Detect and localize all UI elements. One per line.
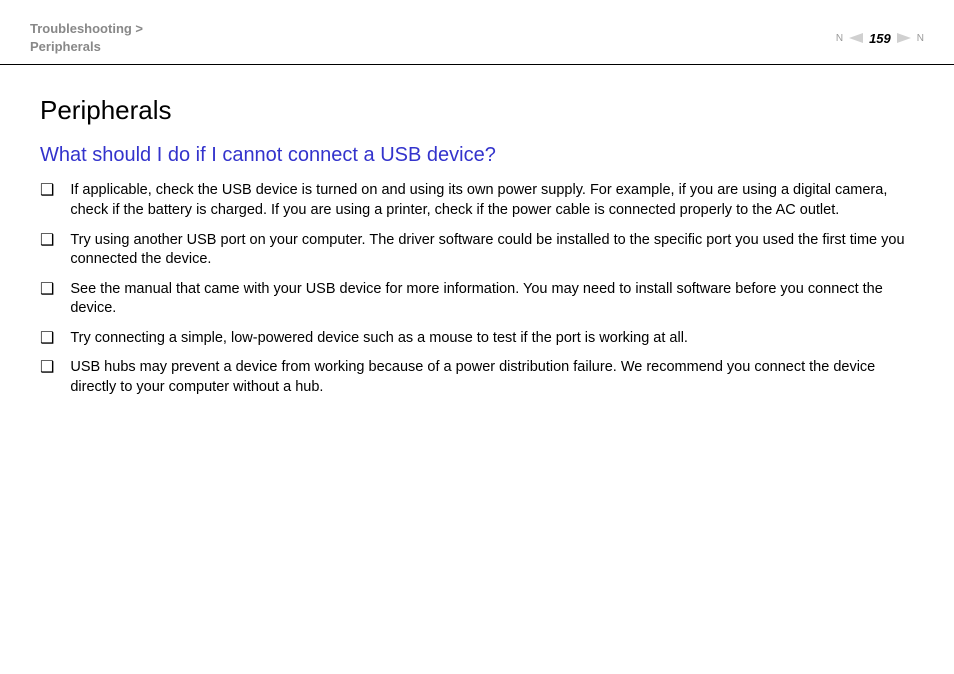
- prev-page-icon[interactable]: [849, 33, 863, 43]
- bullet-text: Try using another USB port on your compu…: [70, 231, 914, 270]
- list-item: ❑ Try connecting a simple, low-powered d…: [40, 329, 914, 349]
- page-content: Peripherals What should I do if I cannot…: [0, 65, 954, 437]
- list-item: ❑ If applicable, check the USB device is…: [40, 181, 914, 220]
- bullet-icon: ❑: [40, 280, 54, 319]
- section-title: What should I do if I cannot connect a U…: [40, 144, 914, 167]
- bullet-icon: ❑: [40, 329, 54, 349]
- list-item: ❑ Try using another USB port on your com…: [40, 231, 914, 270]
- bullet-icon: ❑: [40, 181, 54, 220]
- page-header: Troubleshooting > Peripherals N 159 N: [0, 0, 954, 65]
- page-number: 159: [869, 31, 891, 46]
- breadcrumb-line1: Troubleshooting >: [30, 20, 143, 38]
- list-item: ❑ See the manual that came with your USB…: [40, 280, 914, 319]
- bullet-icon: ❑: [40, 358, 54, 397]
- bullet-text: USB hubs may prevent a device from worki…: [70, 358, 914, 397]
- page-title: Peripherals: [40, 95, 914, 126]
- list-item: ❑ USB hubs may prevent a device from wor…: [40, 358, 914, 397]
- bullet-text: Try connecting a simple, low-powered dev…: [70, 329, 914, 349]
- n-label-right: N: [917, 33, 924, 44]
- page-navigation: N 159 N: [836, 31, 924, 46]
- breadcrumb-line2: Peripherals: [30, 38, 143, 56]
- bullet-icon: ❑: [40, 231, 54, 270]
- n-label-left: N: [836, 33, 843, 44]
- breadcrumb: Troubleshooting > Peripherals: [30, 20, 143, 56]
- next-page-icon[interactable]: [897, 33, 911, 43]
- bullet-text: If applicable, check the USB device is t…: [70, 181, 914, 220]
- bullet-text: See the manual that came with your USB d…: [70, 280, 914, 319]
- bullet-list: ❑ If applicable, check the USB device is…: [40, 181, 914, 397]
